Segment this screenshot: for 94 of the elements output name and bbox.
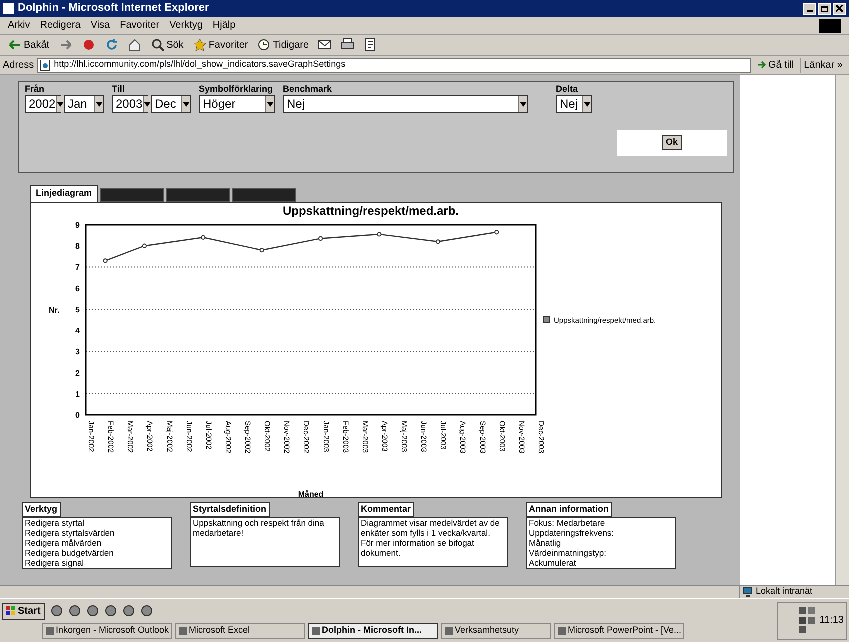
menu-item[interactable]: Arkiv bbox=[8, 18, 30, 33]
y-tick-label: 1 bbox=[76, 390, 80, 399]
dropdown[interactable]: 2002 bbox=[25, 95, 61, 113]
clock: 11:13 bbox=[820, 614, 844, 628]
edit-icon bbox=[364, 38, 378, 52]
links-button[interactable]: Länkar » bbox=[800, 58, 846, 72]
filter-label: Till bbox=[112, 84, 126, 95]
data-point bbox=[318, 236, 324, 242]
filter-label: Delta bbox=[556, 84, 580, 95]
info-text: Månatlig bbox=[529, 538, 562, 548]
panel-title: Annan information bbox=[526, 502, 612, 517]
forward-icon bbox=[58, 38, 73, 52]
data-point bbox=[436, 240, 440, 244]
history-icon bbox=[257, 38, 272, 52]
menu-item[interactable]: Hjälp bbox=[212, 18, 236, 33]
info-text: Redigera målvärden bbox=[25, 538, 103, 548]
stop-icon bbox=[82, 38, 96, 52]
info-text: Redigera budgetvärden bbox=[25, 548, 115, 558]
filter-label: Symbolförklaring bbox=[199, 84, 274, 95]
menu-item[interactable]: Visa bbox=[90, 18, 110, 33]
legend-swatch bbox=[544, 316, 550, 324]
menu-item[interactable]: Redigera bbox=[40, 18, 81, 33]
chart-title: Uppskattning/respekt/med.arb. bbox=[282, 204, 460, 218]
taskbar-button[interactable]: Verksamhetsuty bbox=[441, 622, 551, 638]
data-point bbox=[260, 248, 264, 253]
filter-label: Från bbox=[25, 84, 46, 95]
y-tick-label: 3 bbox=[76, 348, 80, 357]
menu-item[interactable]: Favoriter bbox=[120, 18, 160, 33]
y-tick-label: 2 bbox=[76, 368, 80, 378]
y-axis-label: Nr. bbox=[49, 306, 60, 315]
panel-title: Verktyg bbox=[22, 502, 61, 517]
y-tick-label: 5 bbox=[76, 305, 80, 314]
dropdown[interactable]: Dec bbox=[151, 95, 191, 113]
toolbar-button[interactable]: Sök bbox=[148, 38, 186, 52]
toolbar-button[interactable]: Tidigare bbox=[255, 38, 312, 52]
panel-title: Styrtalsdefinition bbox=[190, 502, 270, 517]
info-text: Diagrammet visar medelvärdet av de enkäter som fylls i 1 vecka/kvartal. bbox=[361, 518, 501, 538]
maximize-icon[interactable] bbox=[818, 2, 831, 14]
info-text: Värdeinmatningstyp: bbox=[529, 548, 608, 558]
dropdown[interactable]: Höger bbox=[199, 95, 275, 113]
start-button[interactable]: Start bbox=[2, 602, 45, 620]
filter-label: Benchmark bbox=[283, 84, 334, 95]
favorites-icon bbox=[192, 38, 207, 52]
y-tick-label: 7 bbox=[76, 263, 80, 272]
intranet-icon bbox=[743, 587, 753, 597]
data-point bbox=[103, 258, 108, 264]
y-tick-label: 8 bbox=[76, 242, 80, 252]
dropdown[interactable]: Jan bbox=[64, 95, 104, 113]
info-text: För mer information se bifogat dokument. bbox=[361, 538, 476, 558]
x-axis-label: Måned bbox=[298, 490, 324, 499]
page-icon bbox=[40, 60, 52, 70]
dropdown[interactable]: Nej bbox=[283, 95, 528, 113]
scrollbar[interactable] bbox=[835, 75, 849, 585]
refresh-icon bbox=[104, 38, 119, 52]
data-point bbox=[201, 235, 206, 240]
arrow-icon bbox=[756, 60, 767, 70]
toolbar-button[interactable] bbox=[316, 38, 334, 52]
taskbar-button[interactable]: Inkorgen - Microsoft Outlook bbox=[42, 622, 172, 638]
minimize-icon[interactable] bbox=[803, 2, 816, 14]
panel-title: Kommentar bbox=[358, 502, 414, 517]
info-text: Redigera signal bbox=[25, 558, 86, 568]
info-text: Redigera styrtalsvärden bbox=[25, 528, 116, 538]
toolbar-button[interactable]: Bakåt bbox=[6, 38, 52, 52]
dropdown[interactable]: Nej bbox=[556, 95, 592, 113]
taskbar-button[interactable]: Dolphin - Microsoft In... bbox=[308, 622, 438, 638]
print-icon bbox=[341, 38, 356, 52]
taskbar-button[interactable]: Microsoft PowerPoint - [Ve... bbox=[554, 622, 684, 638]
close-icon[interactable] bbox=[833, 2, 846, 14]
data-point bbox=[142, 244, 147, 248]
address-field[interactable]: http://lhl.iccommunity.com/pls/lhl/dol_show_indicators.saveGraphSettings bbox=[37, 58, 751, 72]
y-tick-label: 9 bbox=[76, 221, 80, 230]
back-icon bbox=[8, 38, 22, 52]
menu-item[interactable]: Verktyg bbox=[170, 18, 203, 33]
data-point bbox=[377, 232, 382, 237]
info-text: Uppskattning och respekt från dina medarbetare! bbox=[193, 518, 326, 538]
address-label: Adress bbox=[3, 58, 34, 72]
info-text: Fokus: Medarbetare bbox=[529, 518, 606, 528]
info-text: Redigera styrtal bbox=[25, 518, 86, 528]
window-title: Dolphin - Microsoft Internet Explorer bbox=[18, 1, 210, 16]
y-tick-label: 4 bbox=[76, 326, 80, 336]
toolbar-button[interactable] bbox=[339, 38, 358, 52]
go-button[interactable]: Gå till bbox=[754, 58, 798, 72]
home-icon bbox=[128, 38, 142, 52]
chart-tab[interactable]: Linjediagram bbox=[30, 185, 98, 202]
toolbar-button[interactable]: Favoriter bbox=[190, 38, 250, 52]
info-text: Ackumulerat bbox=[529, 558, 578, 568]
data-point bbox=[494, 230, 500, 235]
dropdown[interactable]: 2003 bbox=[112, 95, 148, 113]
taskbar-button[interactable]: Microsoft Excel bbox=[175, 622, 305, 638]
y-tick-label: 0 bbox=[76, 411, 80, 420]
info-text: Uppdateringsfrekvens: bbox=[529, 528, 616, 538]
ok-button[interactable]: Ok bbox=[662, 134, 682, 150]
tray-icons-drawing bbox=[798, 607, 816, 634]
y-tick-label: 6 bbox=[76, 284, 80, 294]
